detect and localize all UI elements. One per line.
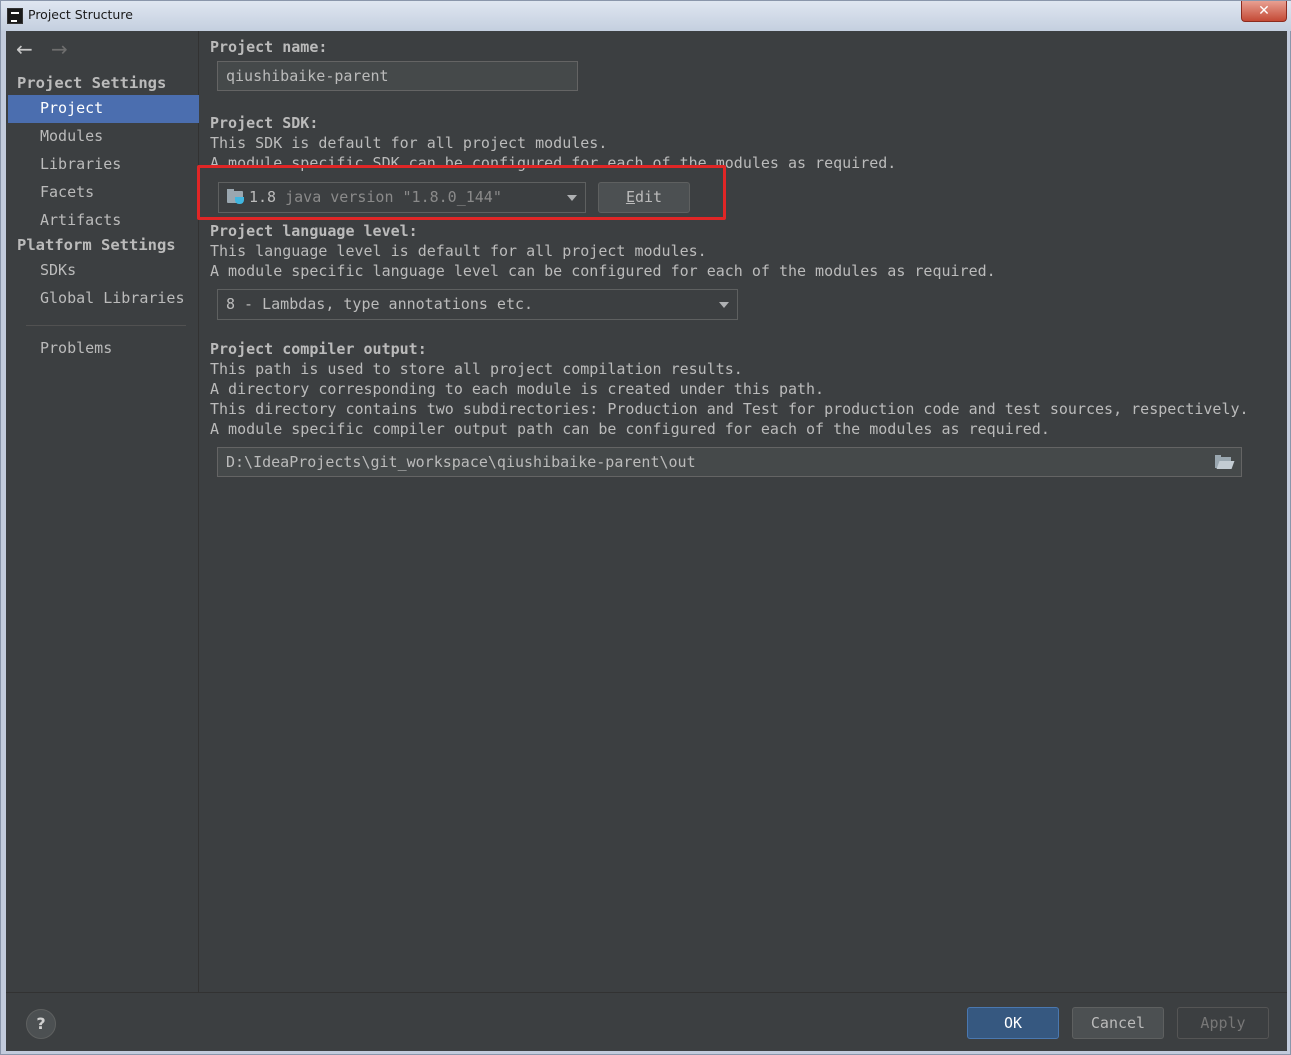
language-level-description-2: A module specific language level can be … [210, 262, 996, 280]
language-level-value: 8 - Lambdas, type annotations etc. [226, 295, 534, 313]
project-sdk-description-1: This SDK is default for all project modu… [210, 134, 608, 152]
sidebar-item-artifacts[interactable]: Artifacts [8, 207, 199, 235]
compiler-output-path-input[interactable]: D:\IdeaProjects\git_workspace\qiushibaik… [217, 447, 1242, 477]
compiler-output-description-3: This directory contains two subdirectori… [210, 400, 1249, 418]
compiler-output-path-value: D:\IdeaProjects\git_workspace\qiushibaik… [226, 453, 696, 471]
back-arrow-icon[interactable]: ← [16, 39, 38, 61]
ok-button[interactable]: OK [967, 1007, 1059, 1039]
compiler-output-label: Project compiler output: [210, 340, 427, 358]
dialog-content: ← → Project Settings Project Modules Lib… [6, 31, 1287, 1051]
compiler-output-description-2: A directory corresponding to each module… [210, 380, 825, 398]
language-level-description-1: This language level is default for all p… [210, 242, 707, 260]
apply-button[interactable]: Apply [1177, 1007, 1269, 1039]
chevron-down-icon [719, 302, 729, 308]
sdk-highlight-annotation [197, 165, 726, 220]
folder-open-icon[interactable] [1215, 455, 1235, 469]
close-window-button[interactable]: ✕ [1241, 1, 1287, 22]
sidebar-item-project[interactable]: Project [8, 95, 199, 123]
settings-sidebar: ← → Project Settings Project Modules Lib… [6, 31, 199, 992]
sidebar-divider [26, 325, 186, 326]
compiler-output-description-1: This path is used to store all project c… [210, 360, 743, 378]
project-settings-panel: Project name: qiushibaike-parent Project… [197, 31, 1287, 992]
sidebar-item-facets[interactable]: Facets [8, 179, 199, 207]
project-sdk-label: Project SDK: [210, 114, 319, 132]
title-bar[interactable]: Project Structure ✕ [1, 1, 1291, 31]
compiler-output-description-4: A module specific compiler output path c… [210, 420, 1050, 438]
forward-arrow-icon[interactable]: → [51, 39, 73, 61]
project-name-input[interactable]: qiushibaike-parent [217, 61, 578, 91]
window-title: Project Structure [28, 7, 133, 22]
language-level-label: Project language level: [210, 222, 418, 240]
project-settings-header: Project Settings [17, 74, 167, 92]
dialog-button-bar: ? OK Cancel Apply [6, 992, 1287, 1051]
cancel-button[interactable]: Cancel [1072, 1007, 1164, 1039]
sidebar-item-problems[interactable]: Problems [8, 335, 199, 363]
sidebar-item-sdks[interactable]: SDKs [8, 257, 199, 285]
project-structure-window: Project Structure ✕ ← → Project Settings… [0, 0, 1291, 1055]
sidebar-item-libraries[interactable]: Libraries [8, 151, 199, 179]
sidebar-item-modules[interactable]: Modules [8, 123, 199, 151]
language-level-dropdown[interactable]: 8 - Lambdas, type annotations etc. [217, 289, 738, 320]
sidebar-item-global-libraries[interactable]: Global Libraries [8, 285, 199, 313]
project-name-label: Project name: [210, 38, 328, 56]
platform-settings-header: Platform Settings [17, 236, 176, 254]
intellij-app-icon [7, 8, 23, 24]
help-button[interactable]: ? [26, 1009, 56, 1039]
